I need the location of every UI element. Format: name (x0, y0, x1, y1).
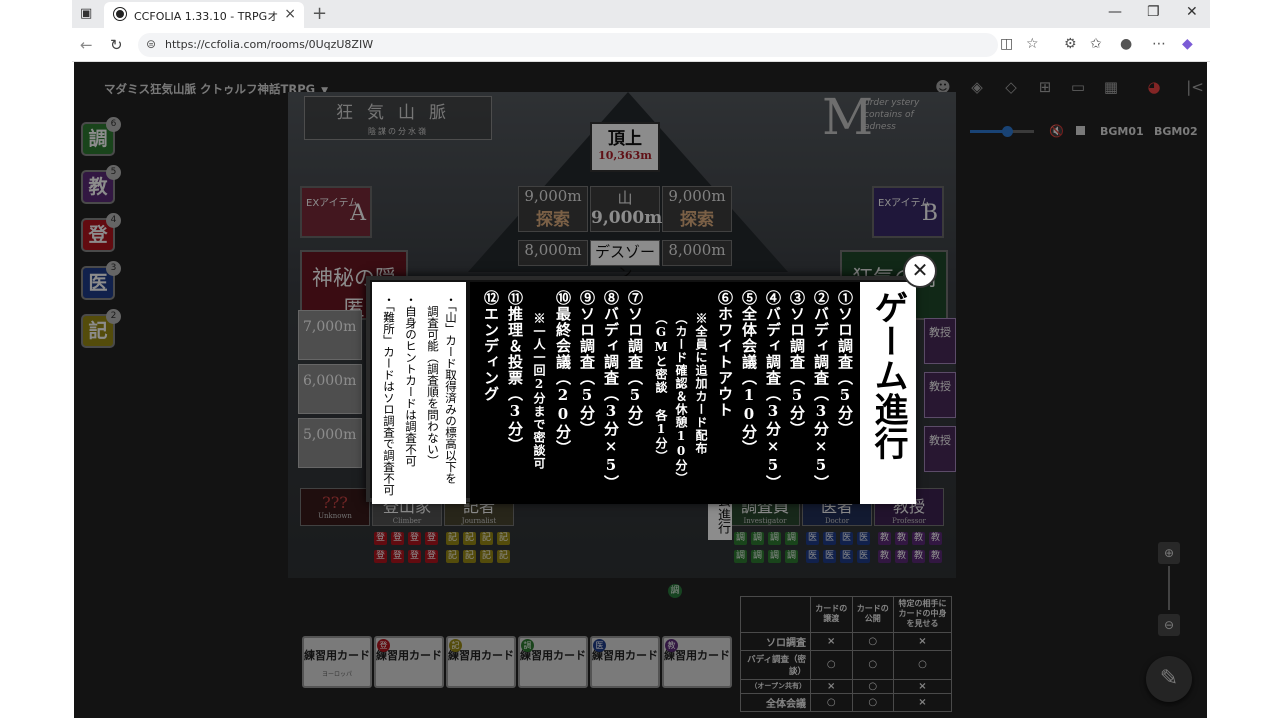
step-line: ④バディ調査（3分×5） (764, 290, 782, 491)
reload-icon[interactable]: ↻ (110, 36, 123, 54)
tab-title: CCFOLIA 1.33.10 - TRPGオンラインセッション (134, 10, 279, 23)
modal-heading-panel: ゲーム進行 (860, 282, 916, 504)
more-menu-icon[interactable]: ⋯ (1152, 36, 1166, 52)
step-line: ⑥ホワイトアウト (716, 290, 734, 418)
modal-close-button[interactable]: ✕ (903, 254, 937, 288)
address-bar: ← ↻ ⊜ https://ccfolia.com/rooms/0UqzU8ZI… (72, 28, 1210, 62)
ccfolia-room: マダミス狂気山脈 クトゥルフ神話TRPG ▼ ☻ ◈ ◇ ⊞ ▭ ▦ ◕ |< 🔇… (74, 62, 1207, 718)
modal-notes-panel: ・「山」カード取得済みの標高以下を 調査可能（調査順を問わない） ・自身のヒント… (372, 282, 466, 504)
favorites-icon[interactable]: ✩ (1090, 36, 1102, 52)
modal-steps-panel: ①ソロ調査（5分） ②バディ調査（3分×5） ③ソロ調査（5分） ④バディ調査（… (470, 282, 860, 504)
step-line: ②バディ調査（3分×5） (812, 290, 830, 491)
note-line: ・「難所」カードはソロ調査で調査不可 (382, 294, 396, 496)
profile-icon[interactable]: ● (1120, 36, 1132, 52)
copilot-icon[interactable]: ◆ (1182, 36, 1193, 52)
note-line: ・「山」カード取得済みの標高以下を (444, 294, 458, 484)
step-line: ⑫エンディング (482, 290, 500, 402)
step-line: （カード確認＆休憩10分） (674, 312, 688, 485)
url-text: https://ccfolia.com/rooms/0UqzU8ZIW (165, 38, 374, 51)
favorite-star-icon[interactable]: ☆ (1026, 36, 1039, 52)
minimize-icon[interactable]: — (1108, 4, 1122, 20)
step-line: ⑩最終会議（20分） (554, 290, 572, 456)
browser-tab-bar: ▣ CCFOLIA 1.33.10 - TRPGオンラインセッション × + —… (72, 0, 1210, 28)
ccfolia-favicon-icon (114, 8, 126, 20)
close-icon: ✕ (911, 258, 929, 282)
split-screen-icon[interactable]: ◫ (1000, 36, 1013, 52)
step-line: ※全員に追加カード配布 (694, 312, 708, 455)
step-line: ⑪推理＆投票（3分） (506, 290, 524, 453)
site-info-icon[interactable]: ⊜ (146, 37, 156, 51)
note-line: 調査可能（調査順を問わない） (426, 294, 440, 467)
back-icon[interactable]: ← (80, 36, 93, 54)
modal-heading: ゲーム進行 (868, 290, 908, 460)
step-line: ③ソロ調査（5分） (788, 290, 806, 437)
note-line: ・自身のヒントカードは調査不可 (404, 294, 418, 467)
step-line: ⑤全体会議（10分） (740, 290, 758, 456)
browser-tab[interactable]: CCFOLIA 1.33.10 - TRPGオンラインセッション × (104, 2, 304, 28)
step-line: ①ソロ調査（5分） (836, 290, 854, 437)
step-line: ⑦ソロ調査（5分） (626, 290, 644, 437)
game-progress-modal: ・「山」カード取得済みの標高以下を 調査可能（調査順を問わない） ・自身のヒント… (366, 276, 916, 504)
restore-icon[interactable]: ❐ (1147, 4, 1160, 20)
step-line: （GMと密談 各1分） (654, 312, 668, 463)
step-line: ⑨ソロ調査（5分） (578, 290, 596, 437)
new-tab-icon[interactable]: + (312, 3, 327, 24)
tab-actions-icon[interactable]: ▣ (80, 6, 92, 21)
step-line: ⑧バディ調査（3分×5） (602, 290, 620, 491)
extension-icon[interactable]: ⚙ (1064, 36, 1077, 52)
window-close-icon[interactable]: ✕ (1186, 4, 1198, 20)
url-field[interactable]: ⊜ https://ccfolia.com/rooms/0UqzU8ZIW (138, 33, 998, 57)
tab-close-icon[interactable]: × (284, 6, 296, 22)
step-line: ※一人一回2分まで密談可 (532, 312, 546, 470)
